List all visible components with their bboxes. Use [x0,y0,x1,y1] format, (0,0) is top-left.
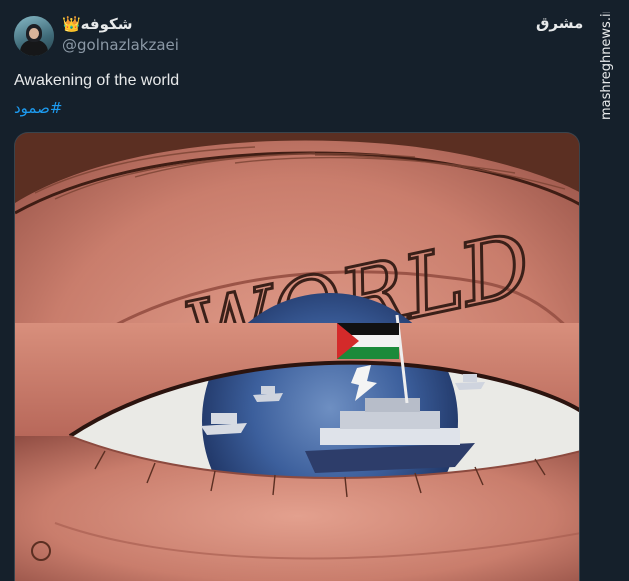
avatar-face [29,28,39,39]
source-logo: مشرق [536,14,583,32]
avatar-body [20,40,48,56]
site-watermark-text: mashreghnews.ir [599,12,614,120]
site-watermark: mashreghnews.ir [599,12,614,120]
tweet-media-image[interactable]: WORLD [14,132,580,581]
eye-illustration: WORLD [15,133,579,581]
tweet: شکوفه👑 @golnazlakzaei Awakening of the w… [0,0,590,581]
palestinian-flag [337,323,399,359]
tweet-text: Awakening of the world [14,72,180,89]
author-handle[interactable]: @golnazlakzaei [62,36,179,54]
avatar[interactable] [14,16,54,56]
hashtag-link[interactable]: #صمود [14,99,62,117]
mashregh-logo-icon: مشرق [536,14,584,32]
author-display-name[interactable]: شکوفه👑 [62,15,132,33]
